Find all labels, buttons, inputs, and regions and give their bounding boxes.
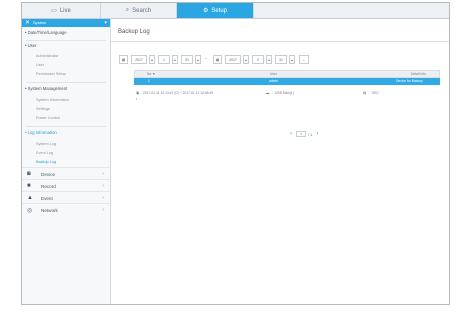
end-year-field[interactable]: 2017 [225, 55, 241, 64]
column-header-no[interactable]: No.▼ [147, 72, 155, 76]
sidebar-item-power-control[interactable]: Power Control [36, 116, 60, 120]
stepper-icon: ▴ [291, 57, 293, 62]
tab-setup-label: Setup [211, 7, 228, 14]
start-month-stepper[interactable]: ▴ [172, 55, 178, 64]
search-icon: ⌕ [303, 57, 305, 62]
backup-format: SEC [372, 91, 379, 95]
format-icon: ▤ [363, 91, 367, 95]
end-calendar-button[interactable]: ▦ [213, 55, 222, 64]
table-header: No.▼ User Detail Info. [134, 70, 440, 78]
sidebar-item-system[interactable]: ✕ System ▾ [22, 19, 110, 27]
sidebar-item-event-log[interactable]: Event Log [36, 151, 53, 155]
chevron-right-icon: › [102, 195, 104, 201]
divider [26, 82, 106, 83]
current-page[interactable]: 1 [296, 131, 306, 137]
sidebar-item-backup-log[interactable]: Backup Log [36, 160, 56, 164]
close-icon[interactable]: ✕ [25, 19, 30, 27]
clock-icon: ▣ [136, 91, 140, 95]
network-icon: ◎ [27, 207, 33, 214]
search-button[interactable]: ⌕ [299, 55, 309, 64]
record-icon: ■ [27, 183, 31, 189]
table-row[interactable]: 1 admin Device for Backup [134, 78, 440, 85]
gear-icon: ⚙ [202, 8, 209, 14]
start-year-stepper[interactable]: ▴ [149, 55, 155, 64]
sidebar-item-event-label: Event [41, 195, 53, 201]
app-window: ▭ Live ⌕ Search ⚙ Setup ✕ System ▾ • Dat… [21, 2, 450, 305]
calendar-icon: ▦ [121, 57, 126, 62]
end-day-stepper[interactable]: ▴ [289, 55, 295, 64]
row-detail: Device for Backup [396, 79, 423, 83]
search-icon: ⌕ [125, 7, 130, 13]
sidebar-item-system-log[interactable]: System Log [36, 142, 56, 146]
chevron-right-icon: › [102, 183, 104, 189]
tab-search[interactable]: ⌕ Search [101, 3, 177, 18]
event-icon: ▲ [27, 195, 33, 201]
sidebar-group-system-management[interactable]: • System Management [25, 86, 67, 91]
sidebar: ✕ System ▾ • Date/Time/Language • User A… [22, 19, 111, 304]
divider [26, 126, 106, 127]
calendar-icon: ▦ [215, 57, 220, 62]
detail-info: ▣ 2017-01-11 10:13:47 (C) ~ 2017-01-11 1… [134, 91, 440, 103]
tab-live[interactable]: ▭ Live [22, 3, 101, 18]
backup-range: 2017-01-11 10:13:47 (C) ~ 2017-01-11 10:… [143, 91, 213, 95]
column-header-detail: Detail Info. [411, 72, 427, 76]
tab-search-label: Search [132, 7, 152, 14]
pagination: ‹ 1 / 1 › [286, 131, 322, 137]
column-header-user: User [270, 72, 277, 76]
stepper-icon: ▴ [245, 57, 247, 62]
sidebar-item-system-information[interactable]: System Information [36, 98, 69, 102]
top-navigation: ▭ Live ⌕ Search ⚙ Setup [22, 3, 449, 19]
total-pages: / 1 [307, 131, 313, 137]
range-separator: ~ [205, 56, 208, 61]
sidebar-group-datetime[interactable]: • Date/Time/Language [25, 30, 67, 35]
stepper-icon: ▴ [197, 57, 199, 62]
start-month-field[interactable]: 1 [158, 55, 170, 64]
page-title: Backup Log [118, 29, 150, 35]
title-divider [111, 41, 449, 42]
start-calendar-button[interactable]: ▦ [119, 55, 128, 64]
start-day-field[interactable]: 31 [181, 55, 193, 64]
backup-device: USB Stick(1) [275, 91, 294, 95]
sidebar-item-record-label: Record [41, 183, 56, 189]
sidebar-item-user[interactable]: User [36, 63, 44, 67]
tab-live-label: Live [59, 7, 71, 14]
sidebar-item-device-label: Device [41, 171, 56, 177]
divider [26, 40, 106, 41]
chevron-right-icon: › [102, 171, 104, 177]
main-content: Backup Log ▦ 2017 ▴ 1 ▴ 31 ▴ ~ ▦ 2017 ▴ … [111, 19, 449, 304]
end-day-field[interactable]: 31 [275, 55, 287, 64]
camera-icon: ◙ [27, 171, 31, 177]
stepper-icon: ▴ [151, 57, 153, 62]
stepper-icon: ▴ [174, 57, 176, 62]
next-page-button[interactable]: › [316, 131, 318, 137]
sidebar-group-user[interactable]: • User [25, 43, 36, 48]
stepper-icon: ▴ [268, 57, 270, 62]
start-year-field[interactable]: 2017 [131, 55, 147, 64]
end-month-field[interactable]: 2 [252, 55, 264, 64]
sidebar-item-settings[interactable]: Settings [36, 107, 50, 111]
usb-icon: ▬ [266, 91, 270, 95]
sidebar-item-network[interactable]: ◎ Network › [22, 203, 110, 216]
monitor-icon: ▭ [51, 8, 57, 14]
chevron-right-icon: › [102, 207, 104, 213]
sidebar-item-network-label: Network [41, 207, 58, 213]
sidebar-group-log-information[interactable]: • Log Information [25, 130, 57, 135]
row-user: admin [269, 79, 278, 83]
sidebar-item-permission[interactable]: Permission Setup [36, 72, 66, 76]
end-month-stepper[interactable]: ▴ [266, 55, 272, 64]
start-day-stepper[interactable]: ▴ [195, 55, 201, 64]
tab-setup[interactable]: ⚙ Setup [177, 3, 254, 18]
sidebar-item-administrator[interactable]: Administrator [36, 54, 58, 58]
chevron-down-icon[interactable]: ▾ [104, 19, 107, 27]
prev-page-button[interactable]: ‹ [290, 131, 292, 137]
sidebar-item-system-label: System [33, 20, 47, 25]
end-year-stepper[interactable]: ▴ [243, 55, 249, 64]
row-no: 1 [148, 79, 150, 83]
file-icon: ▪ [136, 97, 138, 101]
